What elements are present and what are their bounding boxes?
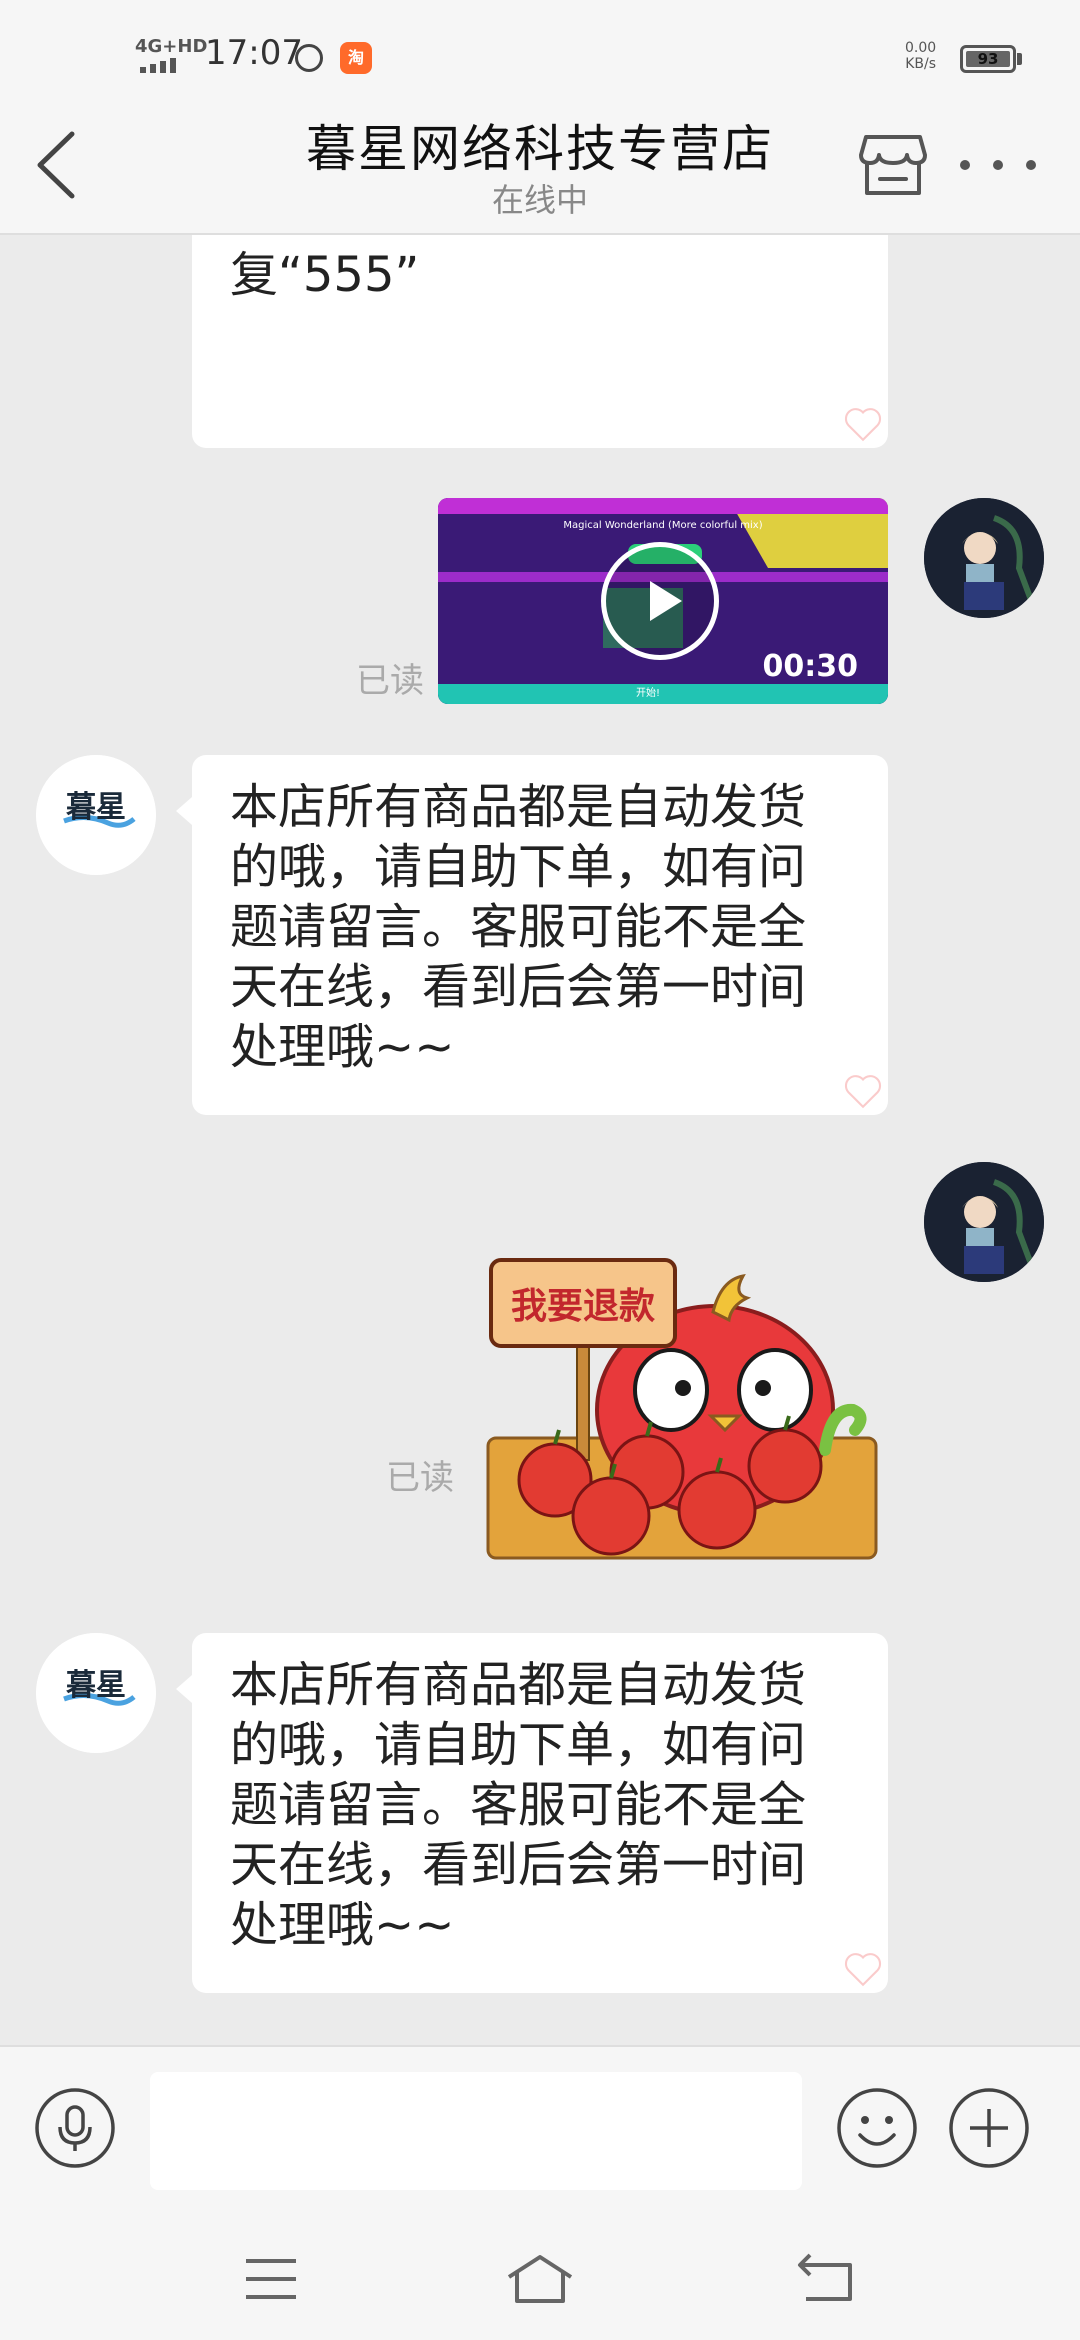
video-duration: 00:30 (762, 649, 859, 684)
system-navigation-bar (0, 2213, 1080, 2340)
network-speed: 0.00 KB/s (905, 40, 937, 72)
more-options-button[interactable] (960, 153, 1036, 177)
svg-text:Magical Wonderland (More color: Magical Wonderland (More colorful mix) (563, 520, 762, 531)
home-button[interactable] (505, 2251, 575, 2307)
message-bubble-auto-reply[interactable]: 本店所有商品都是自动发货的哦，请自助下单，如有问题请留言。客服可能不是全天在线，… (192, 755, 888, 1115)
read-receipt: 已读 (386, 1458, 454, 1498)
message-text: 复“555” (230, 247, 420, 303)
shop-avatar[interactable]: 暮星 (36, 1633, 156, 1753)
hd-call-icon (295, 44, 323, 72)
shop-logo-text: 暮星 (66, 1668, 126, 1703)
back-nav-icon (798, 2253, 852, 2301)
voice-input-button[interactable] (34, 2087, 116, 2169)
shop-logo-icon: 暮星 (36, 1633, 156, 1753)
read-receipt: 已读 (356, 661, 424, 701)
menu-icon (246, 2259, 296, 2299)
dot-icon (960, 160, 970, 170)
shop-logo-text: 暮星 (66, 790, 126, 825)
watermark-icon (844, 408, 882, 442)
sticker-message[interactable]: 我要退款 (485, 1240, 885, 1562)
status-bar: 4G+HD 17:07 淘 0.00 KB/s 93 (0, 0, 1080, 95)
signal-icon (140, 58, 176, 73)
more-actions-button[interactable] (948, 2087, 1030, 2169)
message-bubble-partial[interactable]: 复“555” (192, 235, 888, 448)
shop-logo-icon: 暮星 (36, 755, 156, 875)
taobao-notification-icon: 淘 (340, 42, 372, 74)
chat-header: 暮星网络科技专营店 在线中 (0, 95, 1080, 235)
dot-icon (1026, 160, 1036, 170)
clock: 17:07 (205, 33, 303, 73)
anime-avatar-icon (924, 1162, 1044, 1282)
play-icon (650, 581, 682, 621)
watermark-icon (844, 1953, 882, 1987)
dot-icon (993, 160, 1003, 170)
refund-bird-sticker: 我要退款 (486, 1258, 878, 1560)
battery-level: 93 (977, 50, 999, 68)
message-input-bar (0, 2045, 1080, 2213)
shop-avatar[interactable]: 暮星 (36, 755, 156, 875)
sticker-sign-text: 我要退款 (511, 1286, 655, 1327)
play-button[interactable] (601, 542, 719, 660)
message-input[interactable] (150, 2072, 802, 2190)
message-text: 本店所有商品都是自动发货的哦，请自助下单，如有问题请留言。客服可能不是全天在线，… (230, 779, 807, 1075)
chat-message-list[interactable]: 复“555” Magical Wonderland (More colorful… (0, 235, 1080, 2045)
store-icon (859, 135, 927, 195)
anime-avatar-icon (924, 498, 1044, 618)
shop-button[interactable] (858, 133, 928, 197)
message-text: 本店所有商品都是自动发货的哦，请自助下单，如有问题请留言。客服可能不是全天在线，… (230, 1657, 807, 1953)
microphone-icon (35, 2088, 115, 2168)
svg-text:开始!: 开始! (636, 686, 660, 699)
home-icon (507, 2255, 573, 2303)
watermark-icon (844, 1075, 882, 1109)
smiley-icon (837, 2088, 917, 2168)
video-message[interactable]: Magical Wonderland (More colorful mix) 开… (438, 498, 888, 704)
recent-apps-button[interactable] (236, 2251, 306, 2307)
plus-icon (949, 2088, 1029, 2168)
network-indicator: 4G+HD (135, 36, 208, 57)
user-avatar[interactable] (924, 498, 1044, 618)
message-bubble-auto-reply[interactable]: 本店所有商品都是自动发货的哦，请自助下单，如有问题请留言。客服可能不是全天在线，… (192, 1633, 888, 1993)
back-nav-button[interactable] (790, 2251, 860, 2307)
battery-icon: 93 (960, 45, 1016, 73)
emoji-button[interactable] (836, 2087, 918, 2169)
user-avatar[interactable] (924, 1162, 1044, 1282)
